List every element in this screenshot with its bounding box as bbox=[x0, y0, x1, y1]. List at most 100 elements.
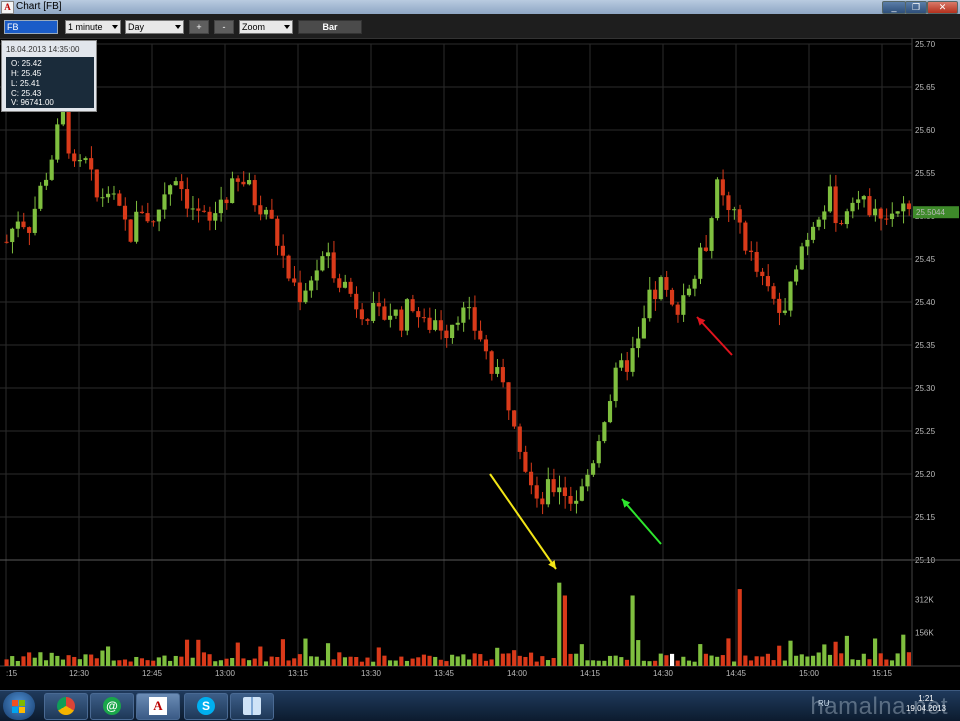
price-bar bbox=[669, 289, 675, 305]
price-bar bbox=[545, 479, 551, 505]
close-button[interactable]: ✕ bbox=[927, 1, 958, 14]
volume-bar bbox=[669, 653, 675, 666]
price-bar bbox=[523, 451, 528, 472]
volume-bar bbox=[579, 644, 584, 666]
volume-bar bbox=[218, 660, 223, 666]
price-bar bbox=[263, 209, 269, 215]
volume-bar bbox=[833, 641, 838, 666]
price-bar bbox=[528, 471, 534, 486]
symbol-input[interactable]: FB bbox=[4, 20, 58, 34]
zoom-select[interactable]: Zoom bbox=[239, 20, 293, 34]
volume-bar bbox=[269, 656, 274, 666]
price-bar bbox=[517, 426, 522, 452]
volume-bar bbox=[692, 661, 697, 666]
volume-bar bbox=[342, 657, 348, 666]
volume-bar bbox=[230, 657, 235, 666]
price-bar bbox=[83, 158, 88, 160]
mail-agent-taskbar-button[interactable]: @ bbox=[90, 693, 134, 720]
volume-bar bbox=[184, 639, 190, 666]
volume-bar bbox=[658, 653, 663, 666]
volume-bar bbox=[156, 657, 161, 666]
volume-bar bbox=[213, 661, 218, 666]
volume-bar bbox=[901, 634, 906, 666]
price-bar bbox=[314, 270, 319, 281]
price-bar bbox=[856, 199, 861, 203]
volume-bar bbox=[878, 653, 883, 666]
volume-bar bbox=[489, 659, 494, 666]
volume-bar bbox=[100, 650, 105, 666]
volume-bar bbox=[557, 582, 562, 666]
volume-bar bbox=[732, 661, 737, 666]
volume-bar bbox=[675, 660, 680, 666]
interval-select[interactable]: 1 minute bbox=[65, 20, 121, 34]
volume-bar bbox=[856, 659, 861, 666]
price-bar bbox=[354, 293, 359, 310]
minimize-button[interactable]: _ bbox=[882, 1, 906, 14]
zoom-in-button[interactable]: + bbox=[189, 20, 209, 34]
price-bar bbox=[653, 289, 658, 300]
volume-bar bbox=[89, 654, 94, 666]
volume-bar bbox=[698, 644, 703, 666]
window-titlebar[interactable]: A Chart [FB] _ ❐ ✕ bbox=[0, 0, 960, 14]
price-bar bbox=[715, 179, 720, 219]
price-bar bbox=[145, 213, 150, 222]
price-bar bbox=[647, 289, 652, 319]
volume-bar bbox=[348, 656, 353, 666]
price-bar bbox=[675, 304, 680, 315]
price-bar bbox=[810, 226, 816, 240]
close-value: C: 25.43 bbox=[11, 89, 42, 98]
volume-bar bbox=[55, 655, 60, 666]
price-bar bbox=[252, 180, 257, 206]
price-bar bbox=[737, 209, 742, 223]
price-bar bbox=[698, 247, 703, 279]
volume-bar bbox=[630, 595, 635, 666]
zoom-out-button[interactable]: - bbox=[214, 20, 234, 34]
chart-type-button[interactable]: Bar bbox=[298, 20, 362, 34]
price-bar bbox=[320, 256, 325, 271]
volume-bar bbox=[545, 660, 551, 666]
price-bar bbox=[579, 486, 584, 501]
price-bar bbox=[213, 213, 218, 221]
price-bar bbox=[77, 159, 82, 162]
volume-bar bbox=[500, 653, 505, 666]
price-bar bbox=[21, 221, 26, 228]
volume-bar bbox=[483, 660, 489, 666]
price-tick-label: 25.20 bbox=[915, 470, 936, 479]
volume-bar bbox=[258, 646, 263, 666]
price-bar bbox=[782, 310, 787, 313]
price-bar bbox=[794, 269, 799, 282]
price-bar bbox=[117, 193, 122, 206]
price-bar bbox=[359, 309, 364, 320]
price-bar bbox=[292, 278, 297, 283]
price-bar bbox=[873, 208, 878, 216]
price-chart[interactable]: 25.7025.6525.6025.5525.5025.4525.4025.35… bbox=[0, 38, 960, 690]
price-bar bbox=[337, 278, 342, 288]
period-select[interactable]: Day bbox=[125, 20, 184, 34]
volume-bar bbox=[173, 655, 178, 666]
volume-bar bbox=[607, 655, 613, 666]
mail-agent-icon: @ bbox=[103, 697, 121, 715]
chart-app-icon: A bbox=[149, 697, 167, 715]
time-tick-label: 14:15 bbox=[580, 669, 601, 678]
volume-bar bbox=[664, 655, 669, 666]
price-bar bbox=[122, 205, 128, 220]
restore-button[interactable]: ❐ bbox=[905, 1, 927, 14]
volume-bar bbox=[574, 653, 579, 666]
price-bar bbox=[726, 195, 731, 211]
chrome-taskbar-button[interactable] bbox=[44, 693, 88, 720]
price-bar bbox=[235, 178, 240, 182]
book-taskbar-button[interactable] bbox=[230, 693, 274, 720]
chart-app-taskbar-button[interactable]: A bbox=[136, 693, 180, 720]
volume-bar bbox=[873, 638, 878, 666]
volume-bar bbox=[596, 660, 601, 666]
skype-taskbar-button[interactable]: S bbox=[184, 693, 228, 720]
price-bar bbox=[179, 181, 184, 190]
price-bar bbox=[765, 276, 771, 287]
price-bar bbox=[275, 218, 280, 246]
price-bar bbox=[444, 330, 449, 339]
volume-bar bbox=[38, 652, 43, 666]
price-bar bbox=[461, 307, 466, 323]
volume-bar bbox=[365, 657, 370, 666]
volume-bar bbox=[523, 656, 528, 666]
start-button[interactable] bbox=[3, 692, 35, 720]
